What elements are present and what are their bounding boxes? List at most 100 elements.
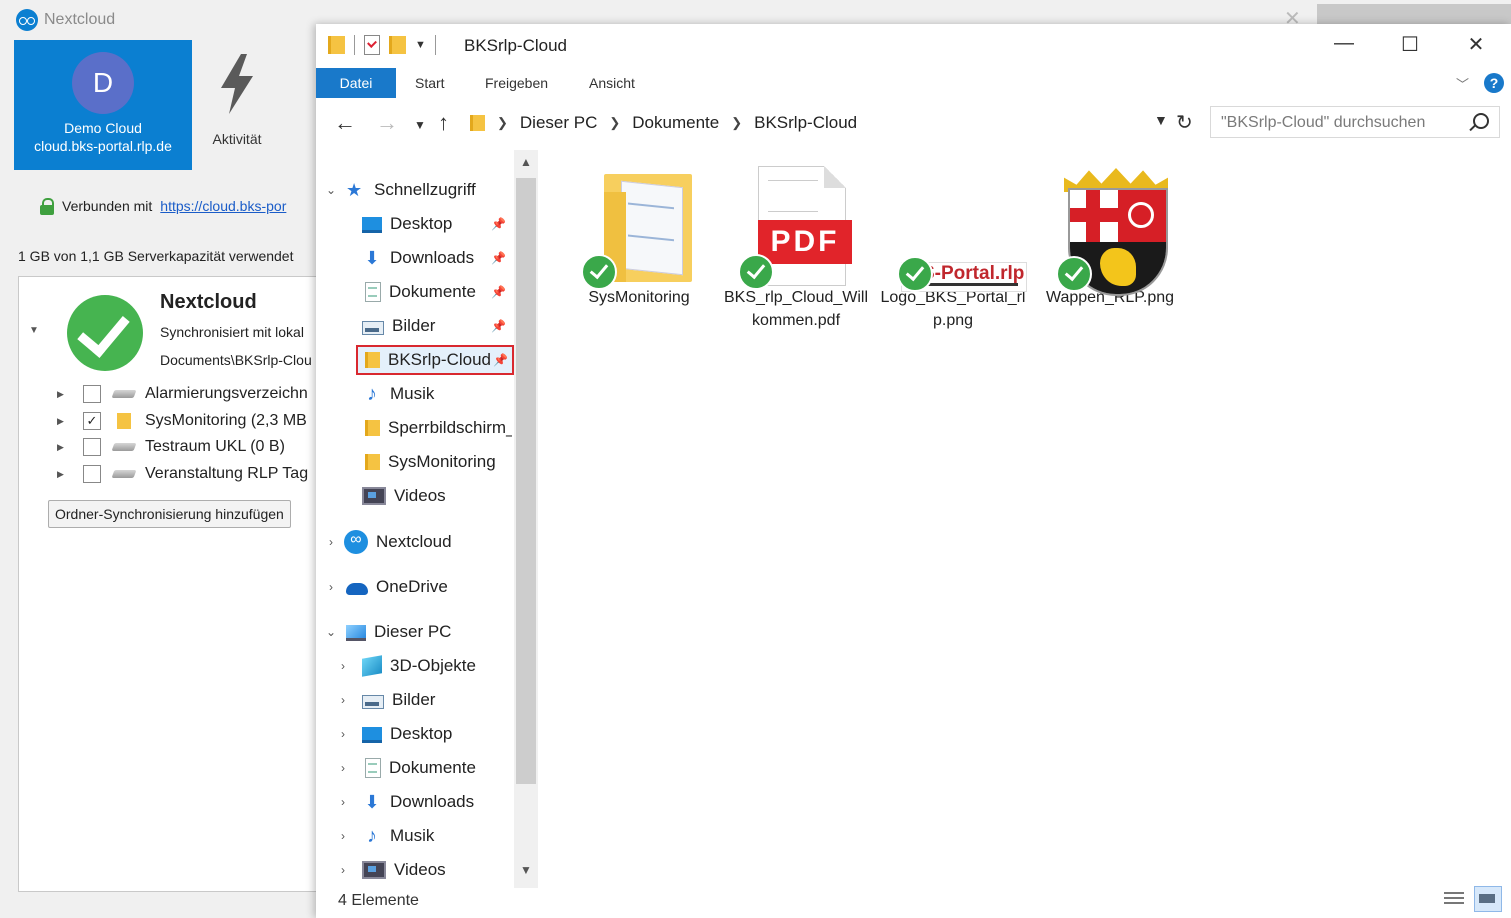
nav-item-downloads[interactable]: ⬇ Downloads 📌	[362, 243, 512, 273]
pin-icon: 📌	[491, 285, 506, 299]
folder-icon	[365, 454, 380, 470]
videos-icon	[362, 861, 386, 879]
up-arrow-icon[interactable]: ↑	[438, 110, 449, 136]
nav-pc-3d-objects[interactable]: › 3D-Objekte	[336, 651, 532, 681]
tab-start[interactable]: Start	[415, 68, 445, 98]
nav-onedrive[interactable]: › OneDrive	[324, 572, 520, 602]
subfolder-row[interactable]: ▶ Veranstaltung RLP Tag	[57, 462, 308, 486]
subfolder-checkbox[interactable]	[83, 465, 101, 483]
nav-quick-access[interactable]: ⌄ ★ Schnellzugriff	[324, 175, 520, 205]
nav-item-sysmonitoring[interactable]: SysMonitoring	[362, 447, 512, 477]
help-icon[interactable]: ?	[1484, 73, 1504, 93]
chevron-right-icon[interactable]: ›	[336, 829, 350, 843]
maximize-button[interactable]: ☐	[1390, 32, 1430, 60]
chevron-right-icon[interactable]: ›	[324, 535, 338, 549]
nav-this-pc[interactable]: ⌄ Dieser PC	[324, 617, 520, 647]
subfolder-checkbox[interactable]	[83, 438, 101, 456]
collapse-toggle-icon[interactable]: ▼	[29, 325, 39, 336]
properties-icon[interactable]	[364, 35, 380, 55]
nav-pc-pictures[interactable]: › Bilder	[336, 685, 532, 715]
customize-toolbar-icon[interactable]: ▼	[415, 39, 426, 51]
nav-label: Dokumente	[389, 282, 476, 301]
nav-scrollbar[interactable]: ▲ ▼	[514, 150, 538, 888]
onedrive-cloud-icon	[346, 583, 368, 595]
nav-item-videos[interactable]: Videos	[362, 481, 512, 511]
chevron-right-icon[interactable]: ›	[336, 795, 350, 809]
expand-triangle-icon[interactable]: ▶	[57, 389, 69, 400]
chevron-down-icon[interactable]: ⌄	[324, 183, 338, 197]
file-item-logo[interactable]: S-Portal.rlp Logo_BKS_Portal_rlp.png	[878, 164, 1028, 332]
address-dropdown-icon[interactable]: ▼	[1154, 112, 1168, 128]
expand-ribbon-chevron-icon[interactable]: ﹀	[1456, 74, 1469, 93]
file-item-wappen[interactable]: Wappen_RLP.png	[1035, 164, 1185, 309]
recent-locations-chevron-icon[interactable]: ▼	[414, 118, 426, 132]
expand-triangle-icon[interactable]: ▶	[57, 442, 69, 453]
expand-triangle-icon[interactable]: ▶	[57, 469, 69, 480]
logo-thumbnail: S-Portal.rlp	[893, 164, 1027, 294]
nav-item-pictures[interactable]: Bilder 📌	[362, 311, 512, 341]
breadcrumb-separator-icon[interactable]: ❯	[731, 115, 742, 131]
activity-button[interactable]: Aktivität	[196, 40, 278, 170]
subfolder-checkbox[interactable]	[83, 385, 101, 403]
nav-pc-desktop[interactable]: › Desktop	[336, 719, 532, 749]
add-folder-sync-button[interactable]: Ordner-Synchronisierung hinzufügen	[48, 500, 291, 528]
nav-pc-music[interactable]: › ♪ Musik	[336, 821, 532, 851]
scroll-down-icon[interactable]: ▼	[514, 858, 538, 882]
nav-label: Bilder	[392, 690, 436, 709]
search-icon[interactable]	[1473, 113, 1489, 129]
scrollbar-thumb[interactable]	[516, 178, 536, 784]
subfolder-checkbox-checked[interactable]: ✓	[83, 412, 101, 430]
account-button[interactable]: D Demo Cloud cloud.bks-portal.rlp.de	[14, 40, 192, 170]
nav-pc-downloads[interactable]: › ⬇ Downloads	[336, 787, 532, 817]
back-arrow-icon[interactable]: ←	[334, 110, 356, 136]
nav-item-documents[interactable]: Dokumente 📌	[362, 277, 512, 307]
ribbon-tabs: Datei Start Freigeben Ansicht ﹀ ?	[316, 68, 1511, 98]
nav-label: Desktop	[390, 724, 453, 743]
chevron-right-icon[interactable]: ›	[336, 659, 350, 673]
subfolder-row[interactable]: ▶ Alarmierungsverzeichn	[57, 382, 308, 406]
folder-icon	[470, 115, 485, 131]
breadcrumb-separator-icon[interactable]: ❯	[497, 115, 508, 131]
new-folder-icon[interactable]	[389, 36, 406, 54]
nav-pc-documents[interactable]: › Dokumente	[336, 753, 532, 783]
server-link[interactable]: https://cloud.bks-por	[160, 198, 286, 214]
folder-icon[interactable]	[328, 36, 345, 54]
expand-triangle-icon[interactable]: ▶	[57, 416, 69, 427]
address-bar[interactable]: ❯ Dieser PC ❯ Dokumente ❯ BKSrlp-Cloud	[470, 108, 1190, 138]
scroll-up-icon[interactable]: ▲	[514, 150, 538, 174]
tab-freigeben[interactable]: Freigeben	[485, 68, 548, 98]
nav-item-bksrlp-cloud[interactable]: BKSrlp-Cloud 📌	[356, 345, 514, 375]
nav-pc-videos[interactable]: › Videos	[336, 855, 532, 885]
breadcrumb-separator-icon[interactable]: ❯	[609, 115, 620, 131]
breadcrumb-current[interactable]: BKSrlp-Cloud	[754, 113, 857, 133]
tab-datei[interactable]: Datei	[316, 68, 396, 98]
chevron-right-icon[interactable]: ›	[336, 693, 350, 707]
file-item-pdf[interactable]: PDF BKS_rlp_Cloud_Willkommen.pdf	[721, 164, 871, 332]
subfolder-row[interactable]: ▶ Testraum UKL (0 B)	[57, 435, 285, 459]
breadcrumb-dokumente[interactable]: Dokumente	[632, 113, 719, 133]
nav-label: Downloads	[390, 248, 475, 267]
large-icons-view-icon[interactable]	[1474, 886, 1502, 912]
chevron-right-icon[interactable]: ›	[336, 761, 350, 775]
minimize-button[interactable]: —	[1324, 32, 1364, 60]
file-item-sysmonitoring[interactable]: SysMonitoring	[564, 164, 714, 309]
chevron-right-icon[interactable]: ›	[336, 727, 350, 741]
chevron-right-icon[interactable]: ›	[324, 580, 338, 594]
breadcrumb-dieser-pc[interactable]: Dieser PC	[520, 113, 597, 133]
details-view-icon[interactable]	[1444, 890, 1464, 908]
chevron-down-icon[interactable]: ⌄	[324, 625, 338, 639]
subfolder-row[interactable]: ▶ ✓ SysMonitoring (2,3 MB	[57, 409, 307, 433]
window-title: BKSrlp-Cloud	[464, 36, 567, 55]
nav-nextcloud[interactable]: › Nextcloud	[324, 527, 520, 557]
refresh-icon[interactable]: ↻	[1176, 110, 1193, 135]
chevron-right-icon[interactable]: ›	[336, 863, 350, 877]
close-button[interactable]: ✕	[1456, 32, 1496, 60]
drive-icon	[111, 390, 137, 398]
tab-ansicht[interactable]: Ansicht	[589, 68, 635, 98]
nav-item-desktop[interactable]: Desktop 📌	[362, 209, 512, 239]
sync-check-icon	[581, 254, 617, 290]
search-input[interactable]: "BKSrlp-Cloud" durchsuchen	[1210, 106, 1500, 138]
nav-item-sperrbildschirm[interactable]: Sperrbildschirm_	[362, 413, 512, 443]
nav-item-music[interactable]: ♪ Musik	[362, 379, 512, 409]
forward-arrow-icon[interactable]: →	[376, 110, 398, 136]
